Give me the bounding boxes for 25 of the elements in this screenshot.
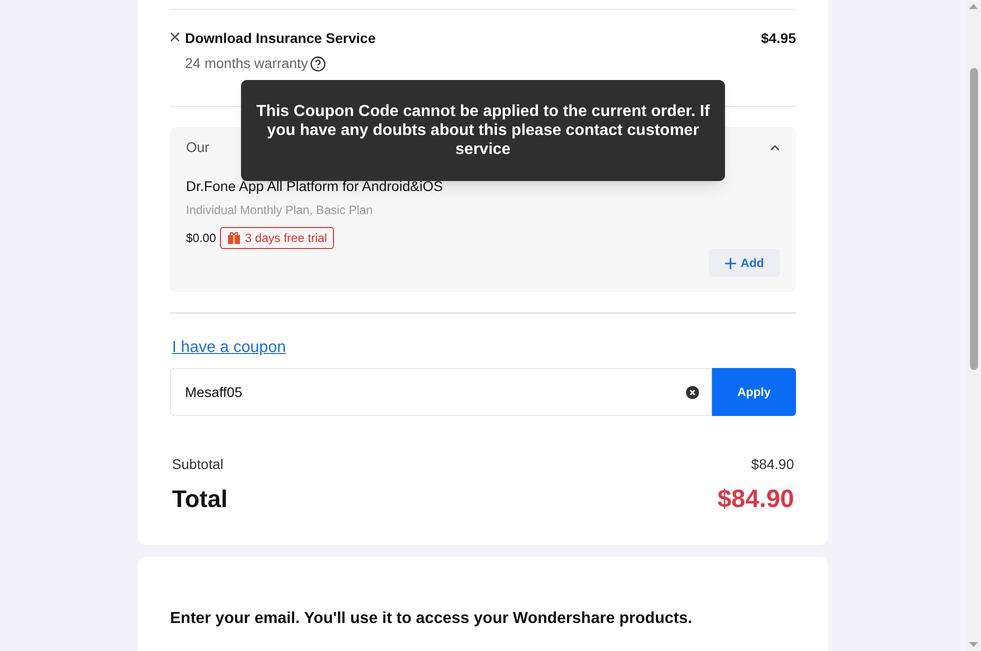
error-tooltip: This Coupon Code cannot be applied to the current order. If you have any doubts about this please contact customer service xyxy=(241,80,725,181)
email-heading: Enter your email. You'll use it to access your Wondershare products. xyxy=(170,610,692,626)
total-label: Total xyxy=(172,484,228,515)
total-value: $84.90 xyxy=(718,484,794,515)
scrollbar[interactable] xyxy=(966,0,981,651)
warranty-text: 24 months warranty xyxy=(185,54,308,73)
help-icon[interactable] xyxy=(310,56,326,72)
product-price: $0.00 xyxy=(186,230,216,247)
coupon-link[interactable]: I have a coupon xyxy=(172,336,286,360)
gift-icon xyxy=(227,231,242,245)
trial-badge: 3 days free trial xyxy=(220,227,334,249)
scroll-thumb[interactable] xyxy=(970,68,978,370)
subtotal-label: Subtotal xyxy=(172,455,224,474)
chevron-up-icon[interactable] xyxy=(770,144,780,150)
subtotal-value: $84.90 xyxy=(751,455,794,474)
insurance-price: $4.95 xyxy=(760,29,796,48)
apply-button[interactable]: Apply xyxy=(712,368,796,416)
plus-icon xyxy=(724,258,736,268)
clear-icon[interactable] xyxy=(686,386,699,398)
upsell-heading: Our xyxy=(186,138,210,157)
insurance-title: Download Insurance Service xyxy=(185,29,376,48)
coupon-field[interactable]: Mesaff05 xyxy=(170,368,712,416)
close-icon[interactable] xyxy=(170,32,180,42)
plan-text: Individual Monthly Plan, Basic Plan xyxy=(186,202,374,219)
add-button[interactable]: Add xyxy=(708,249,780,277)
